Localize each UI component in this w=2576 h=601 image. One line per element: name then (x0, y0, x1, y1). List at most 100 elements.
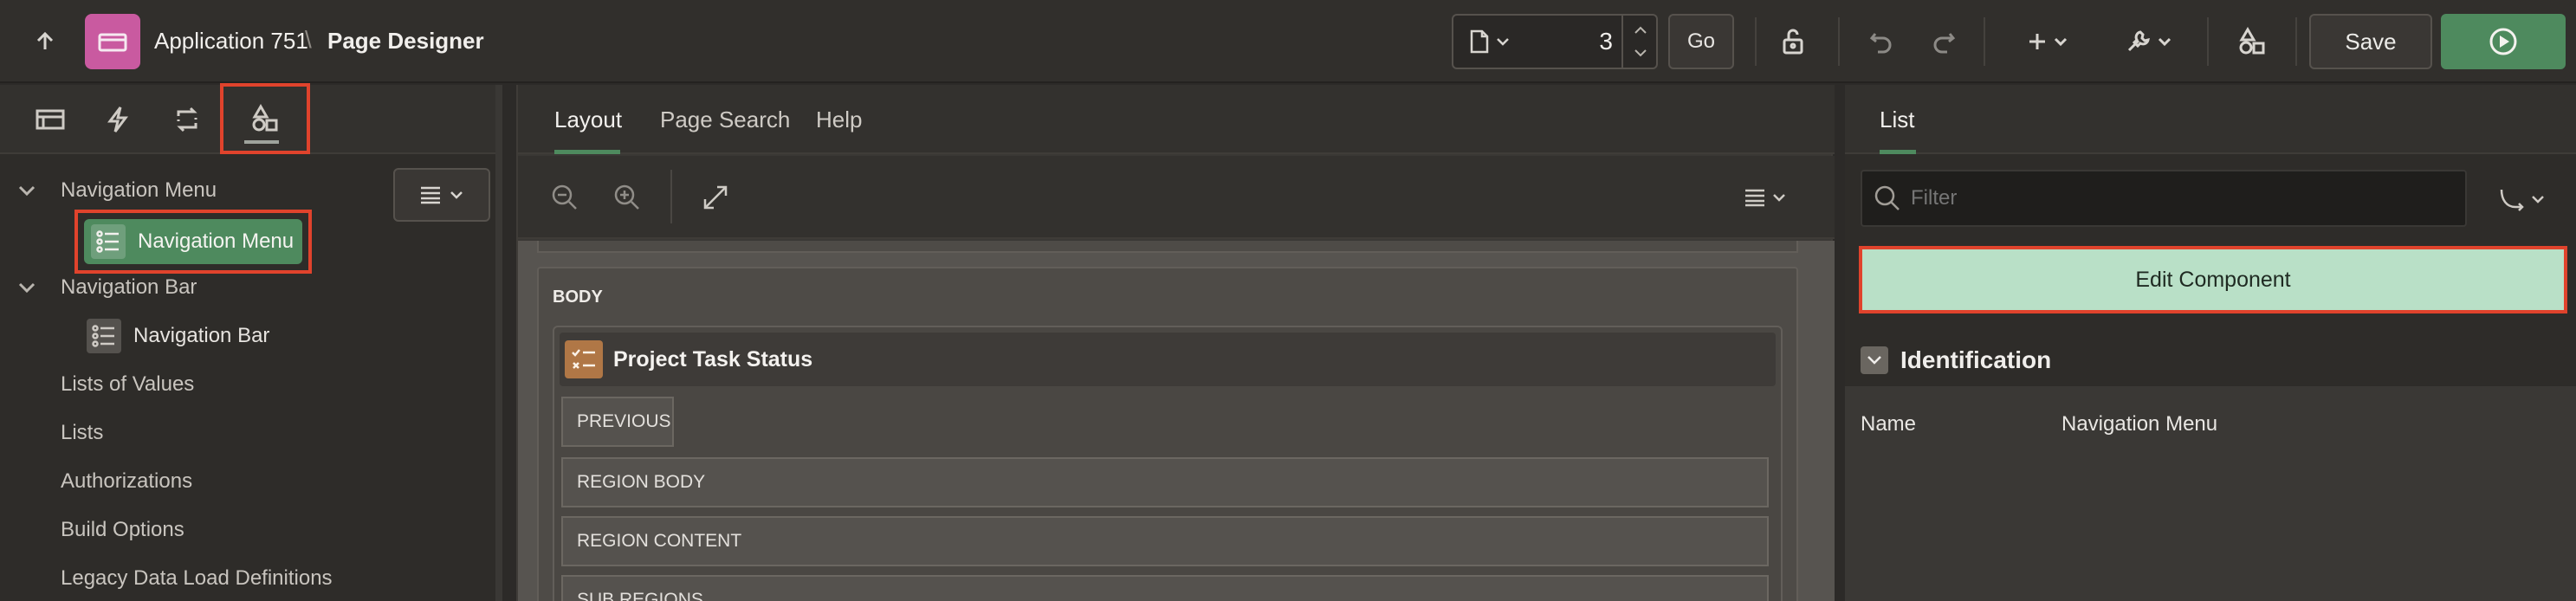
app-name[interactable]: Application 751 (154, 28, 308, 55)
save-button[interactable]: Save (2309, 14, 2432, 69)
expand-button[interactable] (695, 177, 736, 218)
tree-node-lists[interactable]: Lists (0, 409, 485, 457)
tab-label: Page Search (660, 106, 791, 132)
stepper-arrows-icon (1634, 26, 1647, 57)
tab-layout[interactable]: Layout (554, 85, 622, 154)
utilities-menu-button[interactable] (2112, 21, 2184, 62)
wrench-icon (2127, 30, 2150, 52)
left-pane-tabs (0, 83, 502, 154)
shapes-icon (252, 104, 278, 132)
body-label: BODY (553, 288, 603, 307)
active-tab-indicator (1880, 150, 1916, 154)
shared-components-button[interactable] (2228, 21, 2276, 62)
search-icon (1874, 185, 1900, 210)
tab-page-search[interactable]: Page Search (660, 85, 790, 154)
menu-lines-icon (421, 186, 440, 204)
tree-label: Legacy Data Load Definitions (61, 566, 333, 590)
filter-input[interactable] (1911, 179, 2430, 217)
undo-button[interactable] (1859, 21, 1904, 62)
go-to-group-button[interactable] (2486, 177, 2559, 222)
expand-caret[interactable] (17, 281, 36, 294)
above-region-slot[interactable] (537, 241, 1798, 253)
menu-lines-icon (1745, 189, 1764, 207)
expand-icon (703, 185, 728, 210)
property-value[interactable]: Navigation Menu (2061, 412, 2217, 436)
zoom-out-button[interactable] (544, 177, 586, 218)
processing-icon (177, 107, 197, 132)
zoom-in-button[interactable] (606, 177, 648, 218)
active-tab-indicator (554, 150, 620, 154)
tree-node-navigation-bar-group[interactable]: Navigation Bar (0, 263, 381, 312)
filter-field[interactable] (1861, 170, 2467, 227)
slot-sub-regions[interactable]: SUB REGIONS (561, 575, 1769, 601)
property-row-name[interactable]: Name Navigation Menu (1845, 398, 2576, 450)
identification-section-header[interactable]: Identification (1861, 338, 2567, 383)
slot-previous[interactable]: PREVIOUS (561, 397, 674, 447)
tree-node-navigation-menu[interactable]: Navigation Menu (84, 219, 302, 264)
edit-component-button[interactable]: Edit Component (1859, 246, 2567, 313)
layout-canvas: BODY Project Task Status PREVIOUS REGION… (518, 241, 1835, 601)
property-editor-tabs: List (1845, 85, 2576, 154)
layout-pane: Layout Page Search Help BODY Project Tas… (516, 85, 1835, 601)
tree-node-build-options[interactable]: Build Options (0, 506, 485, 554)
page-number-input[interactable] (1526, 23, 1613, 61)
left-splitter[interactable] (495, 85, 502, 601)
zoom-in-icon (614, 184, 639, 210)
tree-label: Lists of Values (61, 372, 195, 396)
tree-label: Navigation Bar (133, 324, 270, 347)
region-header[interactable]: Project Task Status (560, 333, 1776, 386)
chevron-down-icon (2158, 37, 2171, 47)
slot-region-body[interactable]: REGION BODY (561, 457, 1769, 507)
go-button[interactable]: Go (1668, 14, 1734, 69)
dynamic-actions-tab[interactable] (87, 85, 149, 154)
run-page-button[interactable] (2441, 14, 2566, 69)
active-tab-indicator (244, 140, 279, 144)
lock-button[interactable] (1770, 21, 1815, 62)
page-stepper[interactable] (1621, 16, 1656, 68)
layout-menu-button[interactable] (1734, 177, 1796, 218)
list-icon (87, 319, 121, 353)
processing-tab[interactable] (156, 85, 218, 154)
shared-components-tab[interactable] (220, 83, 310, 154)
page-type-dropdown[interactable] (1462, 23, 1518, 61)
rendering-icon (36, 109, 65, 130)
tree-node-legacy-data-load-definitions[interactable]: Legacy Data Load Definitions (0, 554, 485, 601)
app-icon (85, 14, 140, 69)
page-selector (1452, 14, 1658, 69)
play-icon (2489, 28, 2517, 55)
identification-section-body: Name Navigation Menu (1845, 386, 2576, 601)
tree-node-navigation-bar[interactable]: Navigation Bar (0, 312, 381, 360)
list-icon (91, 224, 126, 259)
tree-node-lists-of-values[interactable]: Lists of Values (0, 360, 485, 409)
chevron-down-icon (1773, 194, 1785, 202)
page-title: Page Designer (327, 28, 484, 54)
create-menu-button[interactable] (2015, 21, 2081, 62)
redo-icon (1933, 33, 1956, 54)
toolbar-divider (2295, 17, 2297, 66)
chevron-down-icon (18, 282, 36, 294)
section-title: Identification (1900, 346, 2052, 373)
checklist-icon (565, 340, 603, 378)
region-project-task-status[interactable]: Project Task Status PREVIOUS REGION BODY… (553, 326, 1783, 601)
tree-node-authorizations[interactable]: Authorizations (0, 457, 485, 506)
slot-region-content[interactable]: REGION CONTENT (561, 516, 1769, 566)
tab-list[interactable]: List (1880, 85, 1916, 154)
expand-caret[interactable] (17, 184, 36, 197)
collapse-toggle[interactable] (1861, 346, 1888, 374)
zoom-out-icon (552, 184, 577, 210)
tree-node-navigation-menu-group[interactable]: Navigation Menu (0, 166, 381, 215)
rendering-tab[interactable] (19, 85, 81, 154)
tab-help[interactable]: Help (816, 85, 862, 154)
redo-button[interactable] (1921, 21, 1966, 62)
property-editor-pane: List Edit Component Identification Name … (1845, 85, 2576, 601)
up-arrow-button[interactable] (21, 21, 69, 62)
chevron-down-icon (1497, 38, 1509, 46)
lightning-icon (107, 107, 128, 132)
left-pane: Navigation Menu Navigation Menu Navigati… (0, 83, 502, 601)
property-label: Name (1861, 412, 1917, 436)
tree-label: Build Options (61, 518, 184, 541)
header: Application 751 \ Page Designer Go Save (0, 0, 2576, 83)
chevron-down-icon (1867, 356, 1881, 365)
tab-label: List (1880, 106, 1915, 132)
tree-display-menu-button[interactable] (393, 168, 490, 222)
